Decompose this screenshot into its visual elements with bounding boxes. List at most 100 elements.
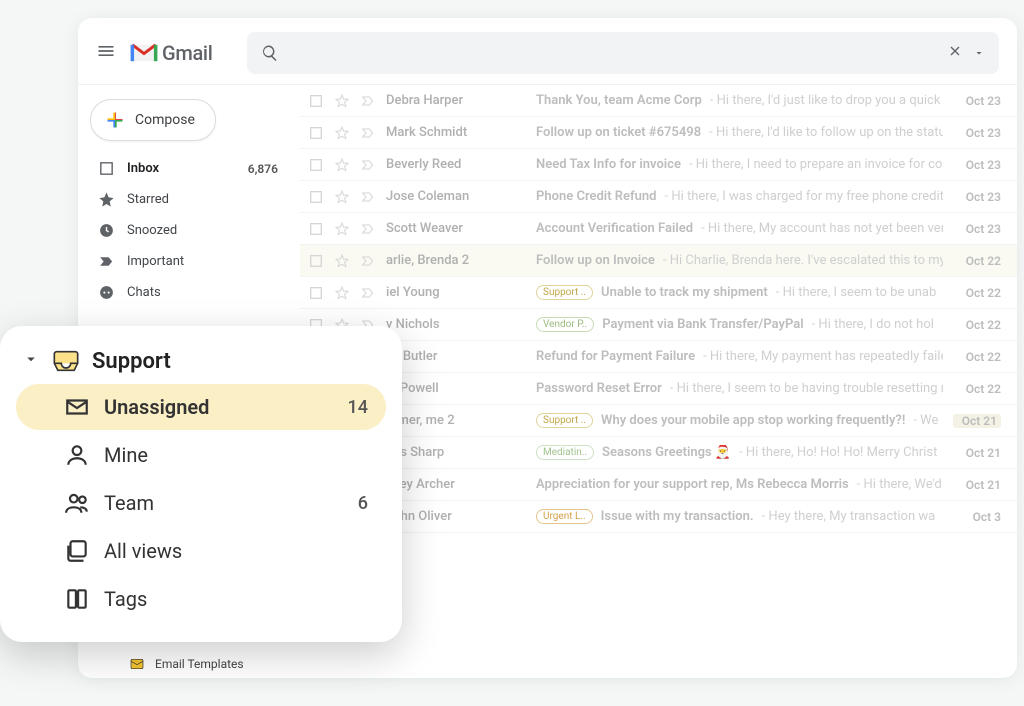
envelope-icon [64,394,90,420]
message-content: Phone Credit Refund - Hi there, I was ch… [536,189,943,204]
message-row[interactable]: John OliverUrgent L..Issue with my trans… [300,501,1017,533]
popover-header[interactable]: Support [16,348,386,374]
message-sender: tomer, me 2 [386,413,526,428]
tags-icon [64,586,90,612]
popover-item-all-views[interactable]: All views [16,528,386,574]
message-sender: Debra Harper [386,93,526,108]
sidebar-item-chats[interactable]: Chats [90,279,292,306]
menu-icon[interactable] [96,41,116,65]
star-icon[interactable] [334,189,350,205]
sidebar-item-important[interactable]: Important [90,248,292,275]
message-date: Oct 22 [953,350,1001,364]
checkbox-icon[interactable] [308,157,324,173]
importance-icon[interactable] [360,189,376,205]
search-input[interactable] [289,45,937,62]
stack-icon [64,538,90,564]
star-icon[interactable] [334,93,350,109]
checkbox-icon[interactable] [308,285,324,301]
message-date: Oct 23 [953,94,1001,108]
message-row[interactable]: iel YoungSupport ..Unable to track my sh… [300,277,1017,309]
importance-icon[interactable] [360,125,376,141]
message-subject: Account Verification Failed [536,221,693,236]
checkbox-icon[interactable] [308,189,324,205]
message-row[interactable]: nes SharpMediatin..Seasons Greetings 🎅 -… [300,437,1017,469]
message-row[interactable]: arlie, Brenda 2Follow up on Invoice - Hi… [300,245,1017,277]
message-date: Oct 22 [953,318,1001,332]
message-row[interactable]: y Nichols Vendor P..Payment via Bank Tran… [300,309,1017,341]
importance-icon[interactable] [360,157,376,173]
message-content: Account Verification Failed - Hi there, … [536,221,943,236]
message-row[interactable]: tomer, me 2Support ..Why does your mobil… [300,405,1017,437]
topbar: Gmail [78,18,1017,85]
star-icon[interactable] [334,253,350,269]
message-date: Oct 23 [953,190,1001,204]
popover-item-unassigned[interactable]: Unassigned14 [16,384,386,430]
message-row[interactable]: Jose Coleman Phone Credit Refund - Hi the… [300,181,1017,213]
message-sender: y Nichols [386,317,526,332]
search-options-icon[interactable] [973,44,985,63]
message-row[interactable]: Beverly ReedNeed Tax Info for invoice - … [300,149,1017,181]
message-subject: Issue with my transaction. [601,509,754,524]
message-row[interactable]: Mark SchmidtFollow up on ticket #675498 … [300,117,1017,149]
tag-badge: Urgent L.. [536,509,593,524]
sidebar-item-snoozed[interactable]: Snoozed [90,217,292,244]
star-icon[interactable] [334,285,350,301]
star-icon[interactable] [334,221,350,237]
message-sender: iel Young [386,285,526,300]
email-templates-item[interactable]: Email Templates [121,650,268,678]
message-row[interactable]: Scott WeaverAccount Verification Failed … [300,213,1017,245]
checkbox-icon[interactable] [308,253,324,269]
message-preview: - Hey there, My transaction wa [762,509,936,524]
message-date: Oct 21 [953,478,1001,492]
checkbox-icon[interactable] [308,221,324,237]
importance-icon[interactable] [360,93,376,109]
gmail-logo[interactable]: Gmail [130,41,213,65]
message-sender: ffrey Archer [386,477,526,492]
message-date: Oct 23 [953,222,1001,236]
message-preview: - We [913,413,938,428]
importance-icon[interactable] [360,285,376,301]
message-content: Mediatin..Seasons Greetings 🎅 - Hi there… [536,445,943,460]
message-subject: Phone Credit Refund [536,189,657,204]
message-date: Oct 22 [953,254,1001,268]
message-subject: Password Reset Error [536,381,662,396]
message-date: Oct 22 [953,286,1001,300]
message-subject: Why does your mobile app stop working fr… [601,413,905,428]
message-date: Oct 21 [953,446,1001,460]
message-date: Oct 21 [953,414,1001,428]
popover-item-label: Team [104,491,154,515]
checkbox-icon[interactable] [308,93,324,109]
message-subject: Need Tax Info for invoice [536,157,681,172]
popover-item-team[interactable]: Team6 [16,480,386,526]
message-content: Password Reset Error - Hi there, I seem … [536,381,943,396]
message-content: Appreciation for your support rep, Ms Re… [536,477,943,492]
message-row[interactable]: ip PowellPassword Reset Error - Hi there… [300,373,1017,405]
importance-icon[interactable] [360,221,376,237]
popover-item-label: Mine [104,443,148,467]
message-content: Vendor P..Payment via Bank Transfer/PayP… [536,317,943,332]
search-bar[interactable] [247,32,999,74]
message-subject: Appreciation for your support rep, Ms Re… [536,477,849,492]
popover-item-label: Tags [104,587,147,611]
clear-search-icon[interactable] [947,43,963,63]
star-icon[interactable] [334,125,350,141]
popover-item-label: Unassigned [104,395,209,419]
checkbox-icon[interactable] [308,125,324,141]
popover-item-tags[interactable]: Tags [16,576,386,622]
message-row[interactable]: ny ButlerRefund for Payment Failure - Hi… [300,341,1017,373]
tag-badge: Vendor P.. [536,317,594,332]
message-row[interactable]: ffrey Archer Appreciation for your suppor… [300,469,1017,501]
message-row[interactable]: Debra HarperThank You, team Acme Corp - … [300,85,1017,117]
importance-icon[interactable] [360,253,376,269]
sidebar-item-inbox[interactable]: Inbox 6,876 [90,155,292,182]
star-icon[interactable] [334,157,350,173]
message-sender: Jose Coleman [386,189,526,204]
sidebar-item-starred[interactable]: Starred [90,186,292,213]
message-subject: Unable to track my shipment [601,285,768,300]
brand-text: Gmail [162,41,213,65]
message-sender: arlie, Brenda 2 [386,253,526,268]
message-date: Oct 23 [953,126,1001,140]
compose-button[interactable]: Compose [90,99,216,141]
message-preview: - Hi Charlie, Brenda here. I've escalate… [663,253,943,268]
popover-item-mine[interactable]: Mine [16,432,386,478]
